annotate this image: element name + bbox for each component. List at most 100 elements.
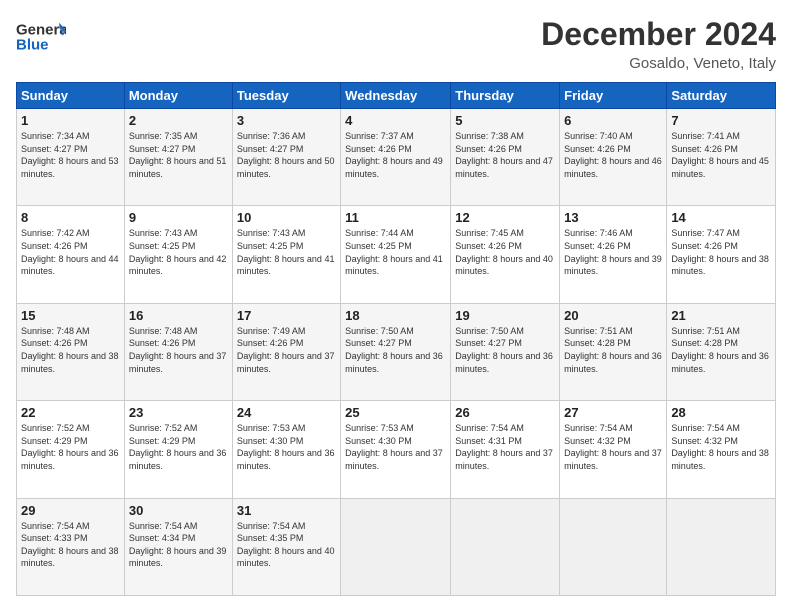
- col-wednesday: Wednesday: [341, 83, 451, 109]
- day-info: Sunrise: 7:54 AMSunset: 4:34 PMDaylight:…: [129, 521, 227, 569]
- day-number: 26: [455, 405, 555, 420]
- col-friday: Friday: [560, 83, 667, 109]
- day-number: 24: [237, 405, 336, 420]
- day-number: 13: [564, 210, 662, 225]
- calendar-cell: 26 Sunrise: 7:54 AMSunset: 4:31 PMDaylig…: [451, 401, 560, 498]
- header: General Blue December 2024 Gosaldo, Vene…: [16, 16, 776, 72]
- day-info: Sunrise: 7:40 AMSunset: 4:26 PMDaylight:…: [564, 131, 662, 179]
- day-info: Sunrise: 7:43 AMSunset: 4:25 PMDaylight:…: [129, 228, 227, 276]
- col-tuesday: Tuesday: [232, 83, 340, 109]
- day-info: Sunrise: 7:52 AMSunset: 4:29 PMDaylight:…: [129, 423, 227, 471]
- calendar-cell: 19 Sunrise: 7:50 AMSunset: 4:27 PMDaylig…: [451, 303, 560, 400]
- day-info: Sunrise: 7:51 AMSunset: 4:28 PMDaylight:…: [671, 326, 769, 374]
- calendar-cell: 20 Sunrise: 7:51 AMSunset: 4:28 PMDaylig…: [560, 303, 667, 400]
- col-saturday: Saturday: [667, 83, 776, 109]
- day-number: 3: [237, 113, 336, 128]
- calendar-cell: 3 Sunrise: 7:36 AMSunset: 4:27 PMDayligh…: [232, 109, 340, 206]
- calendar-cell: 21 Sunrise: 7:51 AMSunset: 4:28 PMDaylig…: [667, 303, 776, 400]
- calendar-cell: 7 Sunrise: 7:41 AMSunset: 4:26 PMDayligh…: [667, 109, 776, 206]
- calendar-cell: 1 Sunrise: 7:34 AMSunset: 4:27 PMDayligh…: [17, 109, 125, 206]
- col-sunday: Sunday: [17, 83, 125, 109]
- svg-text:Blue: Blue: [16, 36, 49, 53]
- day-number: 31: [237, 503, 336, 518]
- day-info: Sunrise: 7:53 AMSunset: 4:30 PMDaylight:…: [237, 423, 335, 471]
- calendar-cell: 6 Sunrise: 7:40 AMSunset: 4:26 PMDayligh…: [560, 109, 667, 206]
- day-info: Sunrise: 7:51 AMSunset: 4:28 PMDaylight:…: [564, 326, 662, 374]
- calendar-week-1: 1 Sunrise: 7:34 AMSunset: 4:27 PMDayligh…: [17, 109, 776, 206]
- calendar-cell: [667, 498, 776, 595]
- header-row: Sunday Monday Tuesday Wednesday Thursday…: [17, 83, 776, 109]
- day-info: Sunrise: 7:47 AMSunset: 4:26 PMDaylight:…: [671, 228, 769, 276]
- day-info: Sunrise: 7:54 AMSunset: 4:31 PMDaylight:…: [455, 423, 553, 471]
- calendar-week-3: 15 Sunrise: 7:48 AMSunset: 4:26 PMDaylig…: [17, 303, 776, 400]
- day-number: 14: [671, 210, 771, 225]
- day-number: 16: [129, 308, 228, 323]
- calendar-cell: 15 Sunrise: 7:48 AMSunset: 4:26 PMDaylig…: [17, 303, 125, 400]
- calendar-cell: 29 Sunrise: 7:54 AMSunset: 4:33 PMDaylig…: [17, 498, 125, 595]
- day-number: 12: [455, 210, 555, 225]
- calendar-cell: 4 Sunrise: 7:37 AMSunset: 4:26 PMDayligh…: [341, 109, 451, 206]
- day-info: Sunrise: 7:54 AMSunset: 4:35 PMDaylight:…: [237, 521, 335, 569]
- day-number: 23: [129, 405, 228, 420]
- day-number: 1: [21, 113, 120, 128]
- day-number: 10: [237, 210, 336, 225]
- calendar-cell: 5 Sunrise: 7:38 AMSunset: 4:26 PMDayligh…: [451, 109, 560, 206]
- calendar-week-4: 22 Sunrise: 7:52 AMSunset: 4:29 PMDaylig…: [17, 401, 776, 498]
- calendar-cell: 10 Sunrise: 7:43 AMSunset: 4:25 PMDaylig…: [232, 206, 340, 303]
- calendar-cell: 30 Sunrise: 7:54 AMSunset: 4:34 PMDaylig…: [124, 498, 232, 595]
- day-info: Sunrise: 7:36 AMSunset: 4:27 PMDaylight:…: [237, 131, 335, 179]
- day-number: 25: [345, 405, 446, 420]
- day-number: 19: [455, 308, 555, 323]
- calendar-cell: 31 Sunrise: 7:54 AMSunset: 4:35 PMDaylig…: [232, 498, 340, 595]
- day-info: Sunrise: 7:45 AMSunset: 4:26 PMDaylight:…: [455, 228, 553, 276]
- day-number: 17: [237, 308, 336, 323]
- calendar-cell: 2 Sunrise: 7:35 AMSunset: 4:27 PMDayligh…: [124, 109, 232, 206]
- day-info: Sunrise: 7:50 AMSunset: 4:27 PMDaylight:…: [345, 326, 443, 374]
- calendar-cell: 13 Sunrise: 7:46 AMSunset: 4:26 PMDaylig…: [560, 206, 667, 303]
- day-number: 22: [21, 405, 120, 420]
- col-thursday: Thursday: [451, 83, 560, 109]
- day-info: Sunrise: 7:54 AMSunset: 4:33 PMDaylight:…: [21, 521, 119, 569]
- day-info: Sunrise: 7:35 AMSunset: 4:27 PMDaylight:…: [129, 131, 227, 179]
- calendar-cell: 23 Sunrise: 7:52 AMSunset: 4:29 PMDaylig…: [124, 401, 232, 498]
- day-number: 21: [671, 308, 771, 323]
- day-info: Sunrise: 7:44 AMSunset: 4:25 PMDaylight:…: [345, 228, 443, 276]
- day-info: Sunrise: 7:37 AMSunset: 4:26 PMDaylight:…: [345, 131, 443, 179]
- day-number: 2: [129, 113, 228, 128]
- day-number: 27: [564, 405, 662, 420]
- calendar-cell: 8 Sunrise: 7:42 AMSunset: 4:26 PMDayligh…: [17, 206, 125, 303]
- day-info: Sunrise: 7:34 AMSunset: 4:27 PMDaylight:…: [21, 131, 119, 179]
- calendar-week-2: 8 Sunrise: 7:42 AMSunset: 4:26 PMDayligh…: [17, 206, 776, 303]
- calendar-cell: 27 Sunrise: 7:54 AMSunset: 4:32 PMDaylig…: [560, 401, 667, 498]
- calendar-cell: 11 Sunrise: 7:44 AMSunset: 4:25 PMDaylig…: [341, 206, 451, 303]
- month-title: December 2024: [541, 16, 776, 53]
- day-info: Sunrise: 7:41 AMSunset: 4:26 PMDaylight:…: [671, 131, 769, 179]
- calendar-cell: 12 Sunrise: 7:45 AMSunset: 4:26 PMDaylig…: [451, 206, 560, 303]
- day-info: Sunrise: 7:42 AMSunset: 4:26 PMDaylight:…: [21, 228, 119, 276]
- day-number: 30: [129, 503, 228, 518]
- day-number: 8: [21, 210, 120, 225]
- calendar-cell: [451, 498, 560, 595]
- day-info: Sunrise: 7:52 AMSunset: 4:29 PMDaylight:…: [21, 423, 119, 471]
- day-number: 20: [564, 308, 662, 323]
- day-number: 7: [671, 113, 771, 128]
- day-info: Sunrise: 7:54 AMSunset: 4:32 PMDaylight:…: [671, 423, 769, 471]
- logo-icon: General Blue: [16, 16, 66, 56]
- calendar-week-5: 29 Sunrise: 7:54 AMSunset: 4:33 PMDaylig…: [17, 498, 776, 595]
- calendar-cell: 17 Sunrise: 7:49 AMSunset: 4:26 PMDaylig…: [232, 303, 340, 400]
- day-info: Sunrise: 7:49 AMSunset: 4:26 PMDaylight:…: [237, 326, 335, 374]
- calendar-cell: 22 Sunrise: 7:52 AMSunset: 4:29 PMDaylig…: [17, 401, 125, 498]
- page: General Blue December 2024 Gosaldo, Vene…: [0, 0, 792, 612]
- day-info: Sunrise: 7:43 AMSunset: 4:25 PMDaylight:…: [237, 228, 335, 276]
- day-number: 15: [21, 308, 120, 323]
- calendar-cell: 18 Sunrise: 7:50 AMSunset: 4:27 PMDaylig…: [341, 303, 451, 400]
- day-info: Sunrise: 7:48 AMSunset: 4:26 PMDaylight:…: [21, 326, 119, 374]
- logo: General Blue: [16, 16, 66, 56]
- day-info: Sunrise: 7:46 AMSunset: 4:26 PMDaylight:…: [564, 228, 662, 276]
- day-number: 4: [345, 113, 446, 128]
- title-block: December 2024 Gosaldo, Veneto, Italy: [541, 16, 776, 72]
- day-info: Sunrise: 7:48 AMSunset: 4:26 PMDaylight:…: [129, 326, 227, 374]
- day-number: 6: [564, 113, 662, 128]
- day-info: Sunrise: 7:54 AMSunset: 4:32 PMDaylight:…: [564, 423, 662, 471]
- calendar-cell: 9 Sunrise: 7:43 AMSunset: 4:25 PMDayligh…: [124, 206, 232, 303]
